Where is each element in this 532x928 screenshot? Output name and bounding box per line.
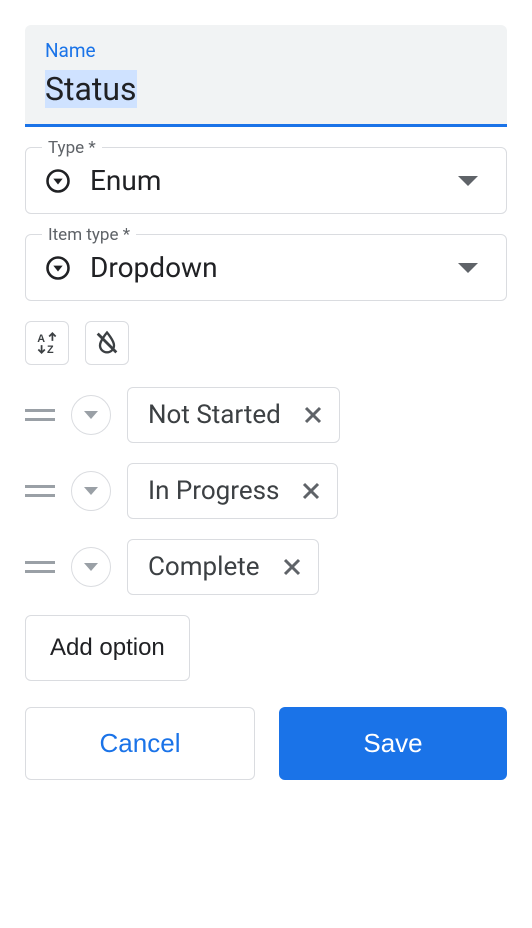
name-label: Name [45, 39, 487, 62]
chevron-down-icon [458, 176, 478, 186]
item-type-value: Dropdown [90, 251, 458, 284]
type-select[interactable]: Type * Enum [25, 147, 507, 214]
drag-handle-icon[interactable] [25, 409, 55, 421]
close-icon[interactable] [299, 479, 323, 503]
drag-handle-icon[interactable] [25, 485, 55, 497]
option-label: In Progress [148, 476, 279, 506]
chevron-down-icon [84, 563, 98, 571]
type-value: Enum [90, 164, 458, 197]
cancel-button[interactable]: Cancel [25, 707, 255, 780]
chevron-down-icon [84, 411, 98, 419]
option-row: Not Started [25, 387, 507, 443]
option-label: Not Started [148, 400, 281, 430]
option-row: Complete [25, 539, 507, 595]
close-icon[interactable] [301, 403, 325, 427]
sort-az-icon: A Z [34, 330, 60, 356]
item-type-select[interactable]: Item type * Dropdown [25, 234, 507, 301]
svg-text:Z: Z [47, 344, 54, 356]
name-field[interactable]: Name Status [25, 25, 507, 127]
color-off-button[interactable] [85, 321, 129, 365]
enum-icon [44, 167, 72, 195]
name-value[interactable]: Status [45, 70, 137, 108]
svg-text:A: A [37, 333, 45, 345]
option-color-button[interactable] [71, 547, 111, 587]
footer-buttons: Cancel Save [25, 707, 507, 780]
option-chip[interactable]: In Progress [127, 463, 338, 519]
chevron-down-icon [458, 263, 478, 273]
sort-az-button[interactable]: A Z [25, 321, 69, 365]
dropdown-icon [44, 254, 72, 282]
drag-handle-icon[interactable] [25, 561, 55, 573]
option-color-button[interactable] [71, 395, 111, 435]
add-option-button[interactable]: Add option [25, 615, 190, 681]
chevron-down-icon [84, 487, 98, 495]
option-row: In Progress [25, 463, 507, 519]
option-chip[interactable]: Complete [127, 539, 319, 595]
option-chip[interactable]: Not Started [127, 387, 340, 443]
type-label: Type * [42, 138, 102, 158]
option-label: Complete [148, 552, 260, 582]
close-icon[interactable] [280, 555, 304, 579]
item-type-label: Item type * [42, 225, 136, 245]
option-color-button[interactable] [71, 471, 111, 511]
save-button[interactable]: Save [279, 707, 507, 780]
color-off-icon [93, 329, 121, 357]
option-toolbar: A Z [25, 321, 507, 365]
